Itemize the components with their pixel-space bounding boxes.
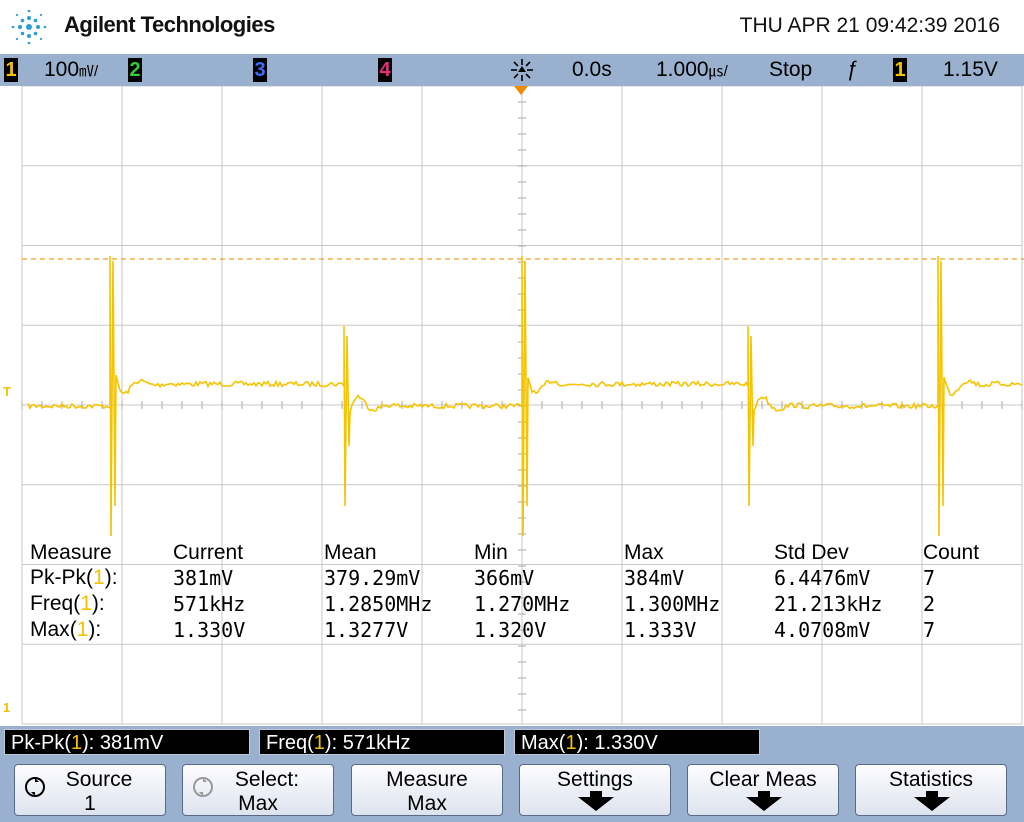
channel-4-indicator[interactable]: 4 (378, 58, 392, 82)
agilent-spark-logo (11, 9, 47, 45)
horizontal-delay-icon (511, 59, 533, 81)
brand-name: Agilent Technologies (64, 12, 275, 37)
row-name: Max(1): (30, 618, 102, 641)
row-name: Freq(1): (30, 592, 105, 615)
row-mean: 1.3277V (324, 618, 409, 642)
row-name: Pk-Pk(1): (30, 566, 118, 589)
header-max: Max (624, 541, 664, 564)
title-bar: Agilent Technologies THU APR 21 09:42:39… (0, 0, 1024, 54)
settings-softkey[interactable]: Settings (519, 764, 671, 816)
channel-1-indicator[interactable]: 1 (4, 58, 18, 82)
row-count: 7 (923, 566, 936, 590)
row-mean: 1.2850MHz (324, 592, 433, 616)
header-stddev: Std Dev (774, 541, 849, 564)
statistics-softkey[interactable]: Statistics (855, 764, 1007, 816)
summary-freq[interactable]: Freq(1): 571kHz (259, 729, 505, 755)
channel-2-indicator[interactable]: 2 (128, 58, 142, 82)
header-min: Min (474, 541, 508, 564)
row-count: 7 (923, 618, 936, 642)
measure-softkey[interactable]: Measure Max (351, 764, 503, 816)
row-min: 1.320V (474, 618, 547, 642)
row-mean: 379.29mV (324, 566, 421, 590)
header-current: Current (173, 541, 244, 564)
measurement-summary-bar: Pk-Pk(1): 381mV Freq(1): 571kHz Max(1): … (0, 726, 1024, 758)
run-state[interactable]: Stop (769, 57, 812, 83)
trigger-slope-icon: ƒ (846, 58, 858, 81)
trigger-position-marker[interactable] (514, 86, 528, 95)
summary-max[interactable]: Max(1): 1.330V (514, 729, 760, 755)
row-count: 2 (923, 592, 936, 616)
row-max: 1.300MHz (624, 592, 721, 616)
horizontal-delay[interactable]: 0.0s (572, 57, 612, 83)
timebase-scale[interactable]: 1.000㎲/ (656, 57, 728, 85)
row-current: 1.330V (173, 618, 246, 642)
channel-1-scale[interactable]: 100㎷/ (44, 57, 98, 85)
channel-1-waveform (27, 255, 1023, 537)
row-min: 1.270MHz (474, 592, 571, 616)
scope-display: T 1 Measure Current Mean Min Max Std Dev… (0, 86, 1024, 726)
channel-3-indicator[interactable]: 3 (253, 58, 267, 82)
row-stddev: 21.213kHz (774, 592, 883, 616)
row-stddev: 6.4476mV (774, 566, 871, 590)
trigger-level[interactable]: 1.15V (943, 57, 998, 83)
header-count: Count (923, 541, 980, 564)
clear-meas-softkey[interactable]: Clear Meas (687, 764, 839, 816)
summary-pkpk[interactable]: Pk-Pk(1): 381mV (4, 729, 250, 755)
trigger-marker: T (3, 384, 11, 399)
header-measure: Measure (30, 541, 112, 564)
status-bar: 1 100㎷/ 2 3 4 0.0s 1.000㎲/ Stop ƒ 1 1.15… (0, 54, 1024, 86)
row-stddev: 4.0708mV (774, 618, 871, 642)
row-current: 381mV (173, 566, 234, 590)
select-softkey[interactable]: Select: Max (182, 764, 334, 816)
source-softkey[interactable]: Source 1 (14, 764, 166, 816)
trigger-source-indicator[interactable]: 1 (893, 58, 907, 82)
row-min: 366mV (474, 566, 535, 590)
date-time: THU APR 21 09:42:39 2016 (739, 14, 1000, 37)
row-max: 1.333V (624, 618, 697, 642)
row-max: 384mV (624, 566, 685, 590)
header-mean: Mean (324, 541, 377, 564)
row-current: 571kHz (173, 592, 246, 616)
softkey-bar: Source 1 Select: Max Measure Max Setting… (0, 758, 1024, 822)
ground-marker: 1 (3, 700, 11, 715)
